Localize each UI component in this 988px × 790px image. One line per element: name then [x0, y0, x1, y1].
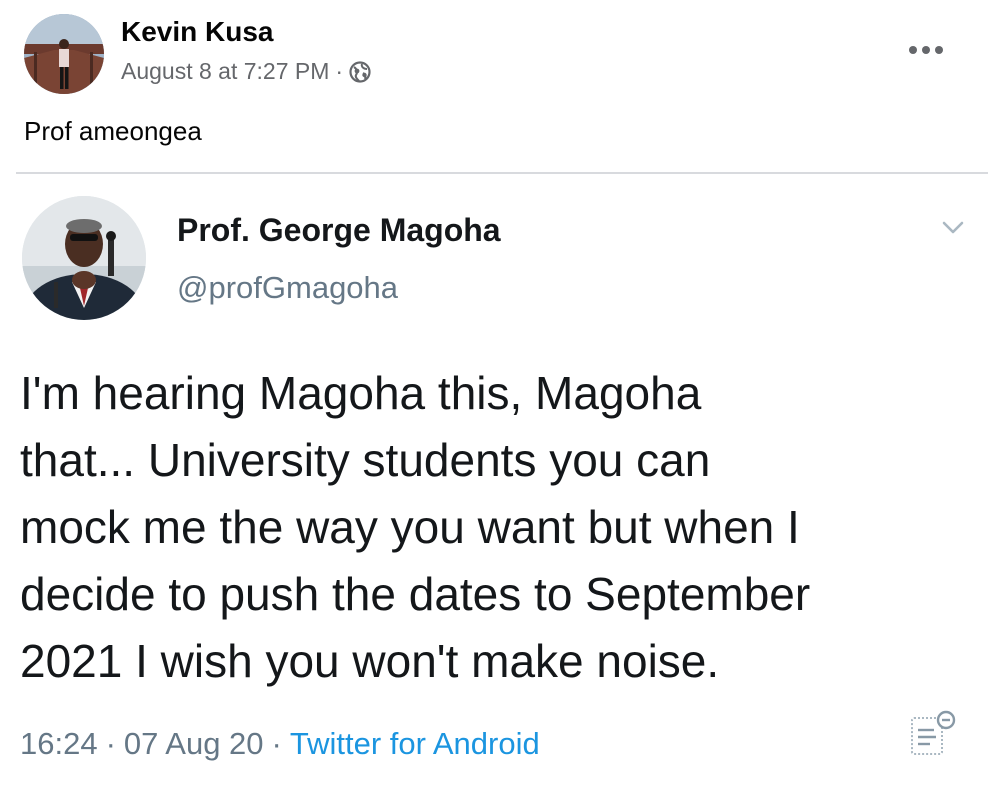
author-avatar[interactable]: [24, 14, 104, 94]
tweet-display-name[interactable]: Prof. George Magoha: [177, 212, 501, 249]
post-caption: Prof ameongea: [24, 116, 202, 146]
globe-icon[interactable]: [349, 60, 371, 83]
tweet-text-line: I'm hearing Magoha this, Magoha: [20, 367, 702, 419]
author-name[interactable]: Kevin Kusa: [121, 16, 274, 48]
post-meta: August 8 at 7:27 PM ·: [121, 58, 371, 85]
tweet-author-avatar[interactable]: [22, 196, 146, 320]
more-dots-icon: [909, 46, 943, 54]
tweet-time: 16:24: [20, 726, 98, 761]
tweet-text-line: mock me the way you want but when I: [20, 501, 800, 553]
facebook-post: Kevin Kusa August 8 at 7:27 PM · Prof am…: [0, 0, 988, 790]
footer-separator: ·: [271, 726, 282, 761]
tweet-text-line: that... University students you can: [20, 434, 711, 486]
tweet-handle[interactable]: @profGmagoha: [177, 270, 398, 306]
tweet-source-link[interactable]: Twitter for Android: [290, 726, 540, 762]
footer-separator: ·: [105, 726, 116, 761]
author-avatar-photo: [24, 14, 104, 94]
analytics-icon[interactable]: [906, 708, 958, 760]
tweet-author-avatar-photo: [22, 196, 146, 320]
tweet-footer: 16:24 · 07 Aug 20 · Twitter for Android: [20, 726, 540, 762]
tweet-text-line: decide to push the dates to September: [20, 568, 811, 620]
divider: [16, 172, 988, 174]
chevron-down-icon[interactable]: [940, 214, 966, 240]
tweet-text-line: 2021 I wish you won't make noise.: [20, 635, 720, 687]
more-options-button[interactable]: [904, 36, 948, 64]
tweet-text: I'm hearing Magoha this, Magoha that... …: [20, 360, 970, 695]
post-timestamp[interactable]: August 8 at 7:27 PM: [121, 58, 329, 85]
meta-separator: ·: [335, 58, 344, 84]
tweet-date: 07 Aug 20: [123, 726, 264, 761]
